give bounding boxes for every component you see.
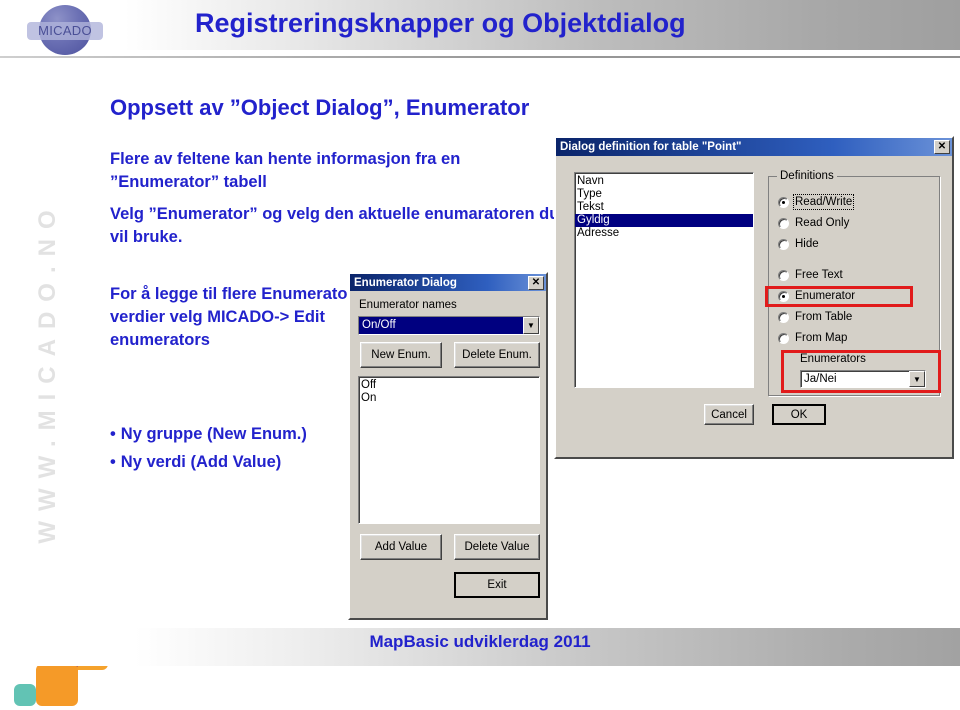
list-item: • Ny gruppe (New Enum.) [110,420,360,448]
radio-hide[interactable]: Hide [778,238,819,250]
list-item-label: Ny gruppe (New Enum.) [120,425,307,443]
radio-from-map[interactable]: From Map [778,332,847,344]
list-item[interactable]: Type [575,188,753,201]
enumerator-dialog-window: Enumerator Dialog ✕ Enumerator names On/… [348,272,548,620]
delete-value-button[interactable]: Delete Value [454,534,540,560]
sidebar: WWW.MICADO.NO [0,58,108,706]
radio-label: Free Text [795,269,843,281]
radio-label: Enumerator [795,290,856,302]
radio-indicator[interactable] [778,196,789,208]
radio-enumerator[interactable]: Enumerator [778,290,855,302]
footer-text: MapBasic udviklerdag 2011 [369,632,591,651]
sidebar-watermark-text: WWW.MICADO.NO [34,200,61,544]
enumerators-value: Ja/Nei [804,373,837,385]
radio-from-table[interactable]: From Table [778,311,852,323]
list-item[interactable]: Adresse [575,227,753,240]
slide-paragraph-1: Flere av feltene kan hente informasjon f… [110,150,461,191]
radio-indicator[interactable] [778,332,789,344]
bullet-marker: • [110,425,116,443]
page-title: Registreringsknapper og Objektdialog [195,8,686,38]
micado-logo: MICADO [27,5,103,55]
list-item: • Ny verdi (Add Value) [110,448,360,476]
slide-bullet-list: • Ny gruppe (New Enum.) • Ny verdi (Add Va… [110,420,360,476]
radio-label: From Table [795,311,853,323]
radio-label: From Map [795,332,848,344]
slide-paragraph-3: For å legge til flere Enumerator verdier… [110,285,354,349]
list-item[interactable]: On [359,392,539,405]
logo-text: MICADO [38,23,92,38]
radio-indicator[interactable] [778,290,789,302]
ok-button[interactable]: OK [772,404,826,425]
enumerator-names-label: Enumerator names [359,299,457,311]
enumerators-label: Enumerators [800,353,866,365]
enumerator-dialog-title: Enumerator Dialog [354,276,457,289]
definitions-group-label: Definitions [777,170,837,182]
delete-enum-button[interactable]: Delete Enum. [454,342,540,368]
dialog-definition-window: Dialog definition for table "Point" ✕ Na… [554,136,954,459]
radio-read-only[interactable]: Read Only [778,217,849,229]
radio-indicator[interactable] [778,269,789,281]
block-teal [14,684,36,706]
radio-indicator[interactable] [778,217,789,229]
list-item[interactable]: Off [359,379,539,392]
radio-free-text[interactable]: Free Text [778,269,843,281]
dialog-definition-titlebar[interactable]: Dialog definition for table "Point" ✕ [556,138,952,156]
header-rule [0,56,960,58]
slide-paragraph-2: Velg ”Enumerator” og velg den aktuelle e… [110,205,560,246]
radio-indicator[interactable] [778,238,789,250]
dialog-definition-title: Dialog definition for table "Point" [560,141,742,153]
bullet-marker: • [110,453,116,471]
radio-indicator[interactable] [778,311,789,323]
enumerator-name-value: On/Off [359,317,523,334]
close-icon[interactable]: ✕ [528,275,544,290]
list-item[interactable]: Navn [575,175,753,188]
radio-label: Hide [795,238,819,250]
field-listbox[interactable]: Navn Type Tekst Gyldig Adresse [574,172,754,388]
new-enum-button[interactable]: New Enum. [360,342,442,368]
exit-button[interactable]: Exit [454,572,540,598]
block-orange-bottom [36,664,78,706]
enumerator-values-listbox[interactable]: Off On [358,376,540,524]
chevron-down-icon[interactable]: ▼ [523,317,539,334]
list-item-selected[interactable]: Gyldig [575,214,753,227]
list-item-label: Ny verdi (Add Value) [120,453,282,471]
enumerator-dialog-titlebar[interactable]: Enumerator Dialog ✕ [350,274,546,291]
radio-label: Read Only [795,217,850,229]
add-value-button[interactable]: Add Value [360,534,442,560]
enumerators-combobox[interactable]: Ja/Nei ▼ [800,370,926,388]
close-icon[interactable]: ✕ [934,140,950,154]
slide-subtitle: Oppsett av ”Object Dialog”, Enumerator [110,95,530,120]
chevron-down-icon[interactable]: ▼ [909,371,925,387]
radio-read-write[interactable]: Read/Write [778,194,855,210]
list-item[interactable]: Tekst [575,201,753,214]
radio-label: Read/Write [792,194,855,210]
cancel-button[interactable]: Cancel [704,404,754,425]
enumerator-name-combobox[interactable]: On/Off ▼ [358,316,540,335]
